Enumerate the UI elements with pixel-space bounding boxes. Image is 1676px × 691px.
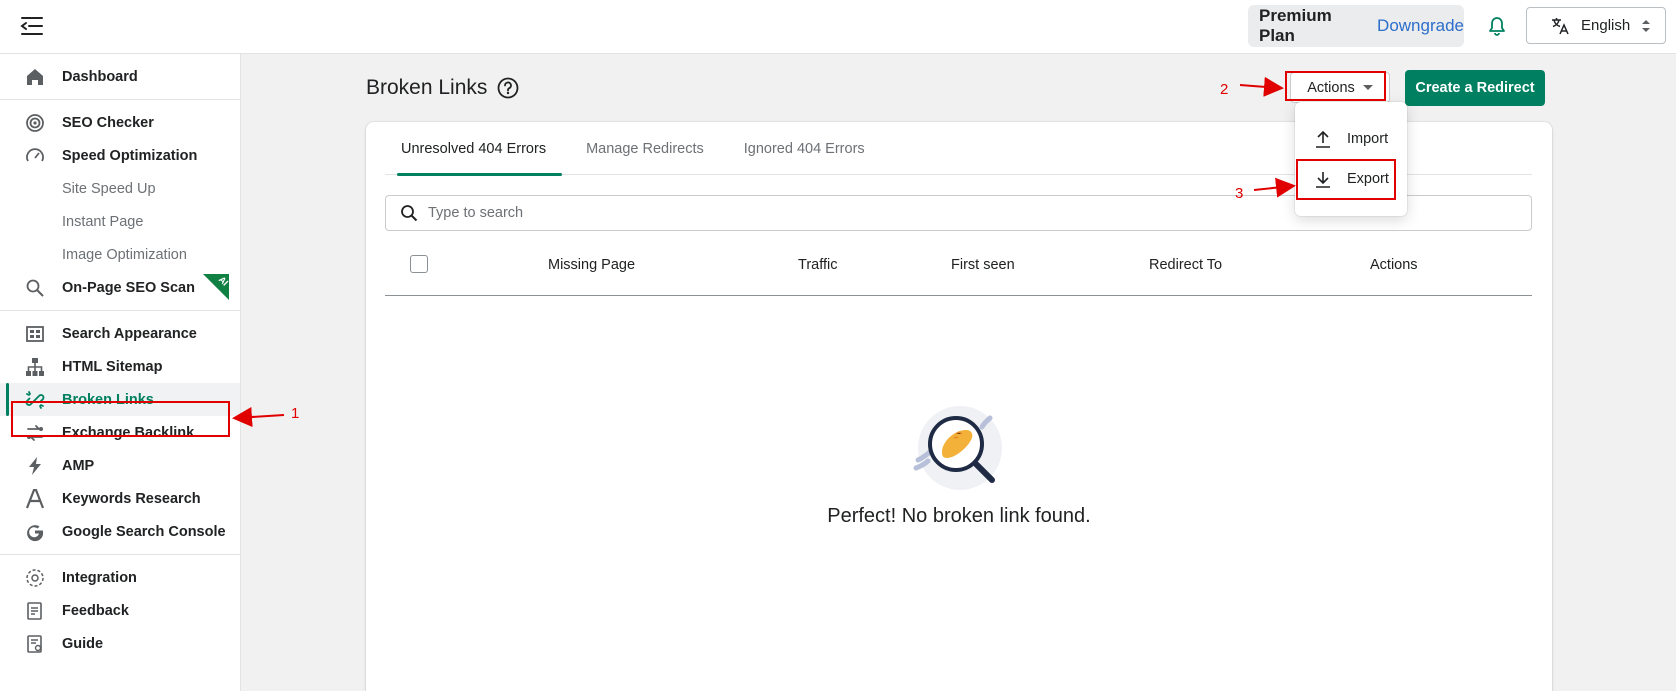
exchange-icon — [25, 423, 45, 443]
menu-toggle-icon[interactable] — [20, 15, 44, 37]
plan-box: Premium Plan Downgrade — [1248, 5, 1464, 47]
tab-unresolved-404-errors[interactable]: Unresolved 404 Errors — [385, 122, 563, 176]
create-redirect-button[interactable]: Create a Redirect — [1405, 70, 1545, 106]
sidebar-item-exchange-backlink[interactable]: Exchange Backlink — [0, 416, 240, 449]
plan-name: Premium Plan — [1259, 6, 1332, 45]
ai-badge: AI — [203, 274, 231, 300]
sidebar-item-amp[interactable]: AMP — [0, 449, 240, 482]
dropdown-item-export[interactable]: Export — [1295, 160, 1407, 198]
sidebar-item-label: Speed Optimization — [62, 147, 198, 164]
empty-state-message: Perfect! No broken link found. — [827, 505, 1091, 527]
dropdown-item-import[interactable]: Import — [1295, 120, 1407, 158]
sidebar: Dashboard SEO Checker Speed Optimization… — [0, 54, 241, 691]
dropdown-item-label: Import — [1347, 131, 1389, 147]
sidebar-item-label: Integration — [62, 569, 137, 586]
feedback-icon — [25, 601, 45, 621]
target-icon — [25, 113, 45, 133]
sidebar-item-broken-links[interactable]: Broken Links — [0, 383, 240, 416]
select-all-checkbox[interactable] — [410, 255, 428, 273]
sort-arrows-icon — [1642, 19, 1651, 32]
caret-down-icon — [1362, 85, 1373, 90]
annotation-number-1: 1 — [291, 405, 300, 422]
search-input[interactable] — [428, 205, 1328, 221]
tab-manage-redirects[interactable]: Manage Redirects — [570, 122, 720, 175]
page-title: Broken Links — [366, 76, 519, 100]
google-icon — [25, 522, 45, 542]
column-missing-page[interactable]: Missing Page — [548, 257, 635, 273]
column-actions: Actions — [1370, 257, 1418, 273]
dropdown-item-label: Export — [1347, 171, 1389, 187]
column-traffic[interactable]: Traffic — [798, 257, 837, 273]
actions-button-label: Actions — [1307, 79, 1355, 96]
sidebar-item-label: Search Appearance — [62, 325, 197, 342]
sidebar-item-keywords-research[interactable]: Keywords Research — [0, 482, 240, 515]
integration-icon — [25, 568, 45, 588]
sidebar-item-search-appearance[interactable]: Search Appearance — [0, 317, 240, 350]
search-icon — [25, 278, 45, 298]
search-icon — [401, 205, 418, 222]
column-first-seen[interactable]: First seen — [951, 257, 1015, 273]
language-label: English — [1581, 17, 1631, 34]
sidebar-item-speed-optimization[interactable]: Speed Optimization — [0, 139, 240, 172]
sidebar-item-label: AMP — [62, 457, 95, 474]
actions-dropdown: Import Export — [1295, 102, 1407, 216]
translate-icon — [1552, 17, 1569, 34]
sidebar-item-label: Broken Links — [62, 391, 154, 408]
downgrade-link[interactable]: Downgrade — [1377, 16, 1464, 36]
page-title-text: Broken Links — [366, 76, 488, 99]
sidebar-item-label: Guide — [62, 635, 104, 652]
sidebar-item-integration[interactable]: Integration — [0, 561, 240, 594]
sidebar-item-site-speed-up[interactable]: Site Speed Up — [0, 172, 240, 205]
broken-link-icon — [25, 390, 45, 410]
sidebar-item-dashboard[interactable]: Dashboard — [0, 60, 240, 93]
tab-ignored-404-errors[interactable]: Ignored 404 Errors — [728, 122, 881, 175]
ai-badge-label: AI — [216, 274, 231, 288]
annotation-number-2: 2 — [1220, 81, 1229, 98]
sidebar-item-seo-checker[interactable]: SEO Checker — [0, 106, 240, 139]
nav-group-tools: Search Appearance HTML Sitemap Broken Li… — [0, 311, 240, 555]
sidebar-item-label: Google Search Console — [62, 523, 226, 540]
column-redirect-to: Redirect To — [1149, 257, 1223, 273]
nav-group-support: Integration Feedback Guide — [0, 555, 240, 666]
language-select[interactable]: English — [1526, 7, 1666, 44]
sidebar-item-label: On-Page SEO Scan — [62, 279, 195, 296]
bell-icon[interactable] — [1486, 15, 1508, 37]
font-a-icon — [25, 489, 45, 509]
sidebar-item-label: SEO Checker — [62, 114, 154, 131]
sitemap-icon — [25, 357, 45, 377]
nav-group-seo: SEO Checker Speed Optimization Site Spee… — [0, 100, 240, 311]
sidebar-item-feedback[interactable]: Feedback — [0, 594, 240, 627]
sidebar-item-label: Exchange Backlink — [62, 424, 195, 441]
grid-icon — [25, 324, 45, 344]
speedometer-icon — [25, 146, 45, 166]
lightning-icon — [25, 456, 45, 476]
table-header: Missing Page Traffic First seen Redirect… — [385, 237, 1532, 296]
sidebar-item-label: Dashboard — [62, 68, 138, 85]
sidebar-item-guide[interactable]: Guide — [0, 627, 240, 660]
sidebar-item-label: Keywords Research — [62, 490, 201, 507]
guide-icon — [25, 634, 45, 654]
download-icon — [1316, 172, 1330, 188]
sidebar-item-label: HTML Sitemap — [62, 358, 163, 375]
help-icon[interactable] — [497, 77, 519, 99]
home-icon — [25, 67, 45, 87]
sidebar-item-google-search-console[interactable]: Google Search Console — [0, 515, 240, 548]
sidebar-item-html-sitemap[interactable]: HTML Sitemap — [0, 350, 240, 383]
sidebar-item-image-optimization[interactable]: Image Optimization — [0, 238, 240, 271]
sidebar-item-instant-page[interactable]: Instant Page — [0, 205, 240, 238]
magnifier-illustration — [913, 406, 1002, 490]
actions-button[interactable]: Actions — [1290, 72, 1390, 103]
nav-group-main: Dashboard — [0, 54, 240, 100]
annotation-number-3: 3 — [1235, 185, 1244, 202]
sidebar-item-on-page-seo-scan[interactable]: On-Page SEO Scan AI — [0, 271, 240, 304]
upload-icon — [1316, 130, 1330, 148]
top-bar: Premium Plan Downgrade English — [0, 0, 1676, 54]
sidebar-item-label: Feedback — [62, 602, 129, 619]
